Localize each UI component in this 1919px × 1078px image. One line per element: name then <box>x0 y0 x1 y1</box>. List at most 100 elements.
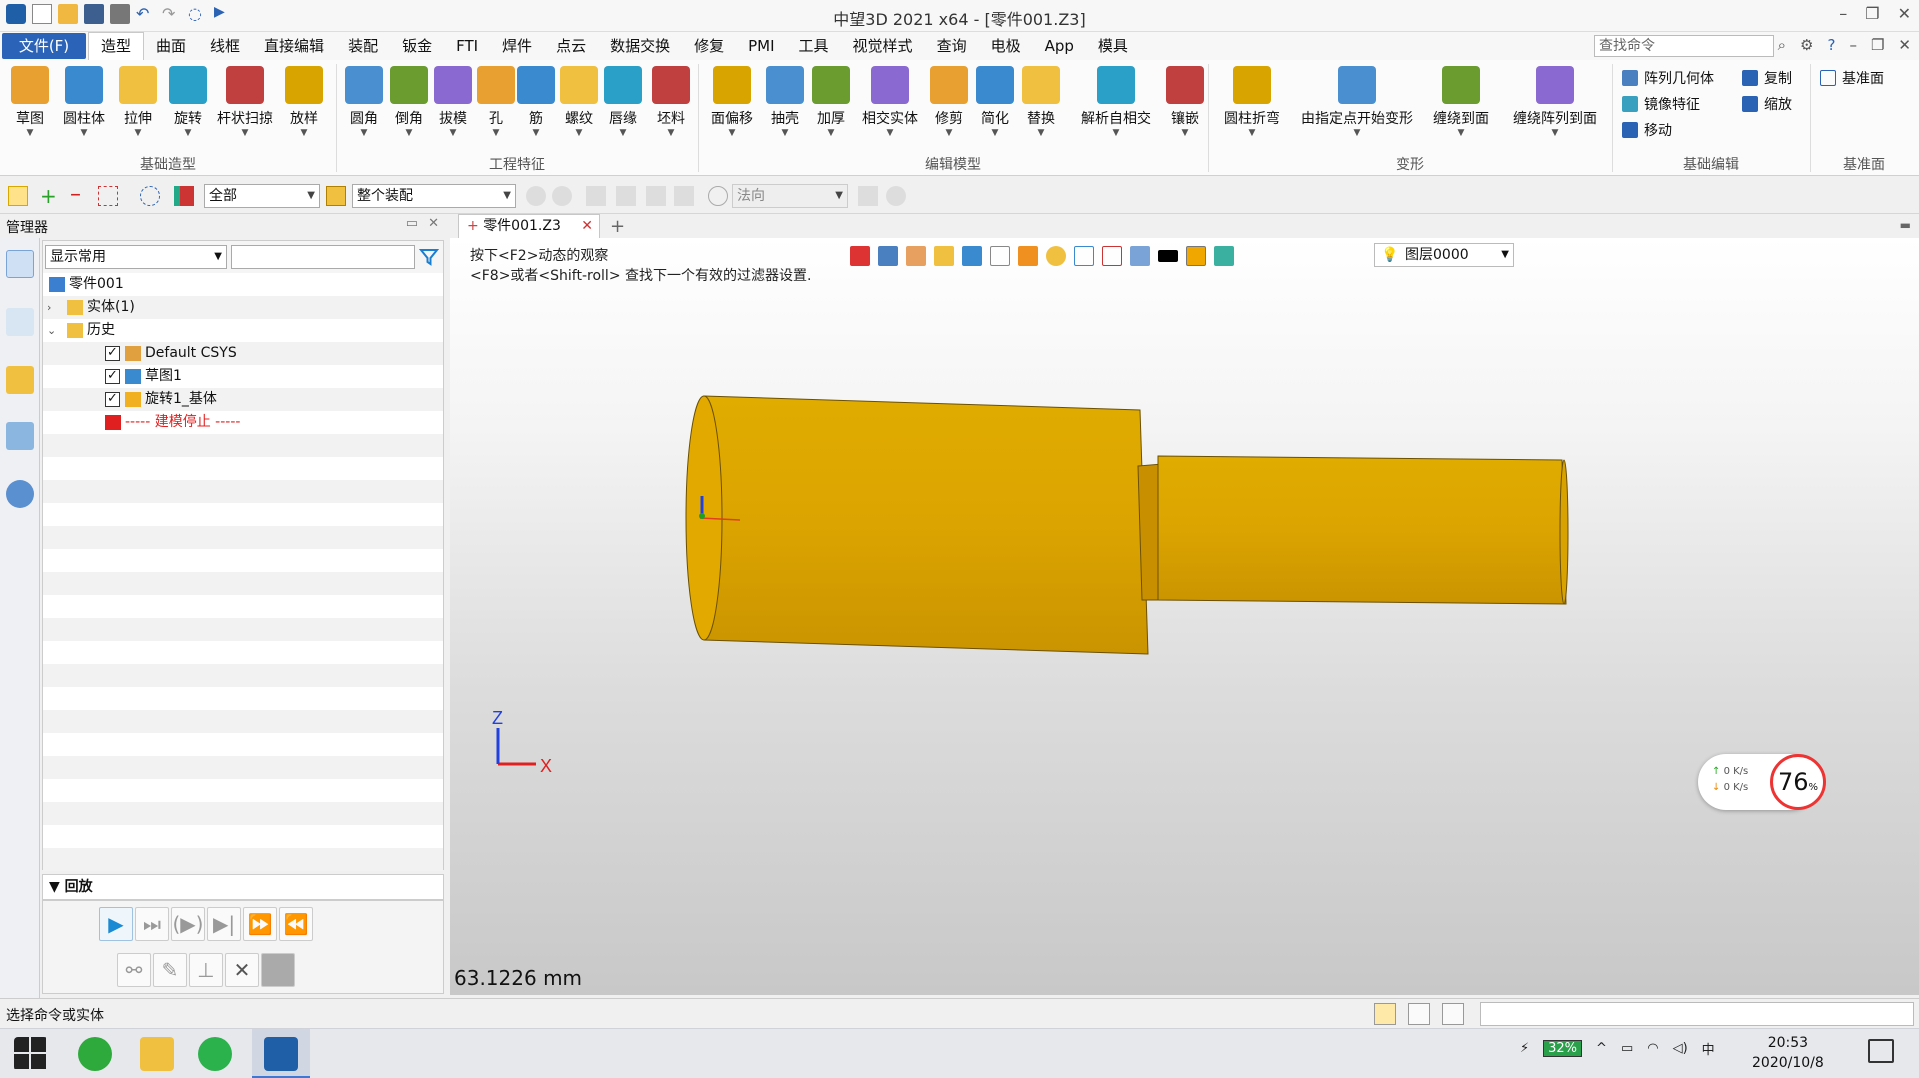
window-toggle-icon[interactable] <box>1442 1003 1464 1025</box>
menu-tab-14[interactable]: 查询 <box>925 32 979 60</box>
select-pointer-icon[interactable] <box>8 186 28 206</box>
play-button[interactable]: ▶ <box>99 907 133 941</box>
rewind-button[interactable]: ⏪ <box>279 907 313 941</box>
ribbon-cmd-0-4[interactable]: 杆状扫掠 ▼ <box>212 66 278 138</box>
menu-tab-8[interactable]: 点云 <box>544 32 598 60</box>
menu-tab-15[interactable]: 电极 <box>979 32 1033 60</box>
ribbon-cmd-1-3[interactable]: 孔 ▼ <box>474 66 518 138</box>
ribbon-cmd-2-7[interactable]: 解析自相交 ▼ <box>1070 66 1162 138</box>
tree-row[interactable]: ✓ 草图1 <box>43 365 443 388</box>
menu-tab-13[interactable]: 视觉样式 <box>841 32 925 60</box>
ribbon-cmd-3-3[interactable]: 缠绕阵列到面 ▼ <box>1500 66 1610 138</box>
ribbon-cmd-1-4[interactable]: 筋 ▼ <box>514 66 558 138</box>
history-manager-icon[interactable] <box>6 250 34 278</box>
ribbon-cmd-2-6[interactable]: 替换 ▼ <box>1018 66 1064 138</box>
ribbon-cmd-2-5[interactable]: 简化 ▼ <box>972 66 1018 138</box>
edit-pencil-button[interactable]: ✎ <box>153 953 187 987</box>
file-menu-button[interactable]: 文件(F) <box>2 33 86 59</box>
minimize-doc-icon[interactable]: – <box>1849 36 1857 54</box>
play-to-end-step-button[interactable]: ▶| <box>207 907 241 941</box>
status-input[interactable] <box>1480 1002 1914 1026</box>
tree-row[interactable]: ✓ 旋转1_基体 <box>43 388 443 411</box>
basic-edit-cmd-4[interactable]: 移动 <box>1622 120 1672 140</box>
user-manager-icon[interactable] <box>6 480 34 508</box>
ribbon-cmd-0-1[interactable]: 圆柱体 ▼ <box>58 66 110 138</box>
tablet-icon[interactable]: ▭ <box>1621 1041 1633 1056</box>
battery-indicator[interactable]: 32% <box>1543 1040 1583 1057</box>
menu-tab-0[interactable]: 造型 <box>88 32 145 60</box>
wifi-icon[interactable]: ◠ <box>1647 1041 1658 1056</box>
tree-row[interactable]: 零件001 <box>43 273 443 296</box>
ribbon-cmd-3-0[interactable]: 圆柱折弯 ▼ <box>1214 66 1290 138</box>
link-button[interactable]: ⚯ <box>117 953 151 987</box>
restore-button[interactable]: ❐ <box>1865 4 1879 23</box>
menu-tab-7[interactable]: 焊件 <box>490 32 544 60</box>
menu-tab-6[interactable]: FTI <box>444 32 490 60</box>
ribbon-cmd-3-2[interactable]: 缠绕到面 ▼ <box>1424 66 1498 138</box>
fast-forward-button[interactable]: ⏩ <box>243 907 277 941</box>
menu-tab-11[interactable]: PMI <box>736 32 786 60</box>
menu-tab-1[interactable]: 曲面 <box>144 32 198 60</box>
menu-tab-3[interactable]: 直接编辑 <box>252 32 336 60</box>
menu-tab-17[interactable]: 模具 <box>1086 32 1140 60</box>
datum-plane-button[interactable]: 基准面 <box>1820 68 1884 88</box>
command-search-input[interactable]: 查找命令 <box>1594 35 1774 57</box>
ribbon-cmd-1-7[interactable]: 坯料 ▼ <box>648 66 694 138</box>
browser-icon[interactable] <box>78 1037 112 1071</box>
feature-checkbox[interactable]: ✓ <box>105 346 120 361</box>
menu-tab-10[interactable]: 修复 <box>682 32 736 60</box>
delete-button[interactable]: ✕ <box>225 953 259 987</box>
basic-edit-cmd-3[interactable]: 缩放 <box>1742 94 1792 114</box>
stop-button[interactable] <box>261 953 295 987</box>
zw3d-app-icon[interactable] <box>264 1037 298 1071</box>
tree-row[interactable]: ----- 建模停止 ----- <box>43 411 443 434</box>
taskbar-clock[interactable]: 20:53 2020/10/8 <box>1752 1033 1824 1073</box>
ribbon-cmd-2-8[interactable]: 镶嵌 ▼ <box>1162 66 1208 138</box>
menu-tab-12[interactable]: 工具 <box>787 32 841 60</box>
basic-edit-cmd-1[interactable]: 复制 <box>1742 68 1792 88</box>
wechat-icon[interactable] <box>198 1037 232 1071</box>
basic-edit-cmd-0[interactable]: 阵列几何体 <box>1622 68 1714 88</box>
3d-viewport[interactable]: 按下<F2>动态的观察 <F8>或者<Shift-roll> 查找下一个有效的过… <box>450 238 1919 995</box>
panel-close-icon[interactable]: ✕ <box>428 216 439 231</box>
notification-icon[interactable] <box>1868 1039 1894 1063</box>
collapse-chevron-icon[interactable]: ⌄ <box>47 319 56 342</box>
tree-row[interactable]: ✓ Default CSYS <box>43 342 443 365</box>
close-button[interactable]: ✕ <box>1898 4 1911 23</box>
layer-manager-icon[interactable] <box>6 422 34 450</box>
ribbon-cmd-0-5[interactable]: 放样 ▼ <box>280 66 328 138</box>
ribbon-cmd-0-2[interactable]: 拉伸 ▼ <box>114 66 162 138</box>
minimize-button[interactable]: – <box>1839 4 1847 23</box>
menu-tab-16[interactable]: App <box>1033 32 1086 60</box>
ribbon-cmd-1-1[interactable]: 倒角 ▼ <box>386 66 432 138</box>
panel-pin-icon[interactable]: ▭ <box>406 216 418 231</box>
tree-row[interactable]: ⌄ 历史 <box>43 319 443 342</box>
add-plus-icon[interactable]: + <box>40 186 60 206</box>
ribbon-cmd-2-3[interactable]: 相交实体 ▼ <box>856 66 924 138</box>
file-explorer-icon[interactable] <box>140 1037 174 1071</box>
ribbon-cmd-2-2[interactable]: 加厚 ▼ <box>808 66 854 138</box>
ribbon-cmd-1-5[interactable]: 螺纹 ▼ <box>556 66 602 138</box>
ribbon-cmd-1-2[interactable]: 拔模 ▼ <box>430 66 476 138</box>
assembly-scope-icon[interactable] <box>326 186 346 206</box>
expand-chevron-icon[interactable]: › <box>47 296 51 319</box>
display-filter-select[interactable]: 显示常用 ▼ <box>45 245 227 269</box>
menu-tab-9[interactable]: 数据交换 <box>598 32 682 60</box>
restore-doc-icon[interactable]: ❐ <box>1871 36 1884 54</box>
menu-tab-4[interactable]: 装配 <box>336 32 390 60</box>
close-doc-icon[interactable]: ✕ <box>1898 36 1911 54</box>
plug-icon[interactable]: ⚡ <box>1520 1041 1529 1056</box>
play-step-button[interactable]: (▶) <box>171 907 205 941</box>
ime-icon[interactable]: 中 <box>1702 1039 1715 1058</box>
ribbon-cmd-3-1[interactable]: 由指定点开始变形 ▼ <box>1292 66 1422 138</box>
feature-checkbox[interactable]: ✓ <box>105 369 120 384</box>
pick-filter-select[interactable]: 全部 ▼ <box>204 184 320 208</box>
filter-chart-icon[interactable] <box>174 186 194 206</box>
ribbon-cmd-2-0[interactable]: 面偏移 ▼ <box>704 66 760 138</box>
remove-minus-icon[interactable]: – <box>70 184 90 206</box>
filter-funnel-icon[interactable] <box>419 247 439 267</box>
volume-icon[interactable]: ◁) <box>1673 1041 1688 1056</box>
ribbon-cmd-1-6[interactable]: 唇缘 ▼ <box>600 66 646 138</box>
assembly-manager-icon[interactable] <box>6 308 34 336</box>
tray-chevron-up-icon[interactable]: ^ <box>1596 1041 1607 1056</box>
